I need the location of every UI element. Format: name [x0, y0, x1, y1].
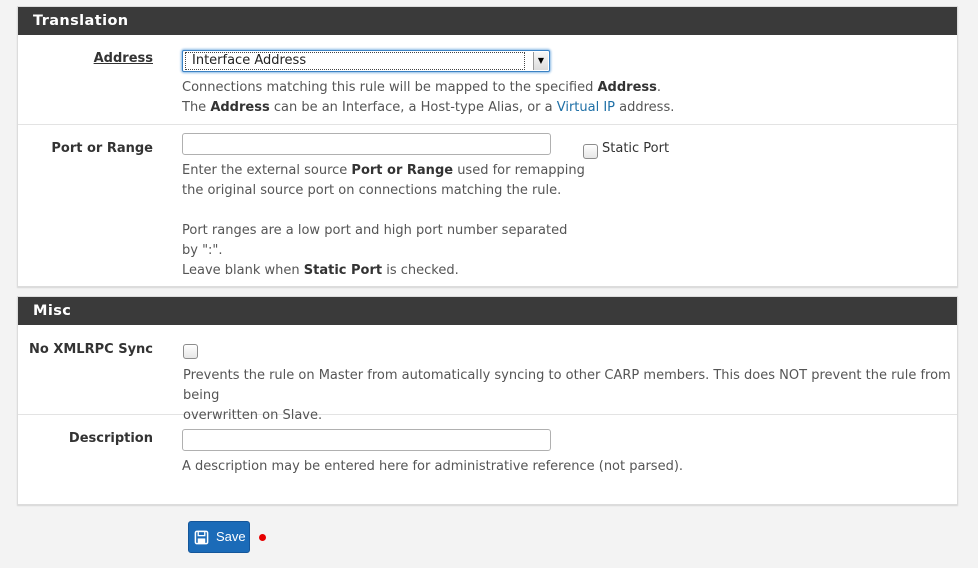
- address-row: Address Interface Address ▼ Connections …: [18, 35, 957, 125]
- xmlrpc-checkbox[interactable]: [183, 344, 198, 359]
- description-input[interactable]: [182, 429, 551, 451]
- floppy-disk-icon: [194, 530, 209, 548]
- save-button[interactable]: Save: [188, 521, 250, 553]
- chevron-down-icon[interactable]: ▼: [533, 52, 548, 70]
- address-select[interactable]: Interface Address ▼: [182, 50, 550, 72]
- virtual-ip-link[interactable]: Virtual IP: [557, 100, 615, 115]
- xmlrpc-label: No XMLRPC Sync: [29, 342, 153, 357]
- port-help: Enter the external source Port or Range …: [182, 163, 585, 278]
- static-port-label: Static Port: [602, 141, 670, 156]
- unsaved-indicator-dot: [259, 534, 266, 541]
- static-port-checkbox[interactable]: [583, 144, 598, 159]
- description-label: Description: [68, 431, 153, 446]
- misc-panel: Misc No XMLRPC Sync Prevents the rule on…: [17, 296, 958, 505]
- xmlrpc-row: No XMLRPC Sync Prevents the rule on Mast…: [18, 325, 957, 423]
- description-help: A description may be entered here for ad…: [182, 459, 684, 474]
- address-label: Address: [93, 51, 153, 66]
- translation-panel: Translation Address Interface Address ▼ …: [17, 6, 958, 287]
- address-help: Connections matching this rule will be m…: [182, 80, 675, 115]
- port-label: Port or Range: [51, 141, 153, 156]
- translation-panel-title: Translation: [18, 7, 957, 35]
- address-select-value: Interface Address: [185, 52, 525, 70]
- description-row: Description A description may be entered…: [18, 415, 957, 484]
- save-button-label: Save: [216, 529, 246, 544]
- port-input[interactable]: [182, 133, 551, 155]
- misc-panel-title: Misc: [18, 297, 957, 325]
- port-row: Port or Range Static Port Enter the exte…: [18, 125, 957, 286]
